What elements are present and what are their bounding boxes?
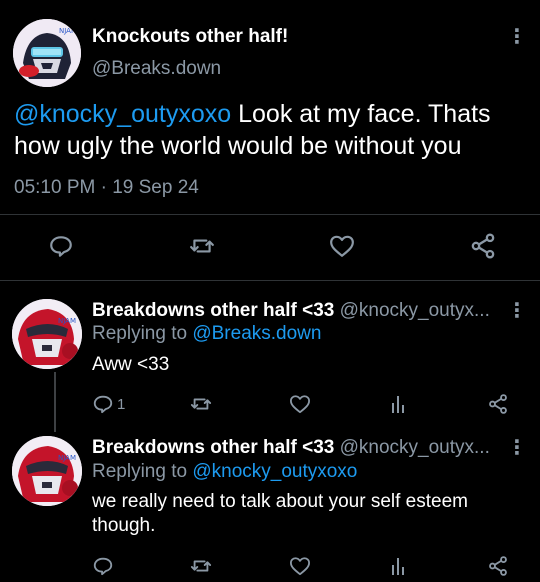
share-icon[interactable] [487,393,509,415]
replying-to-mention[interactable]: @Breaks.down [192,323,321,344]
retweet-icon[interactable] [190,555,212,577]
avatar-lettering: NJAM [58,454,76,462]
main-handle[interactable]: @Breaks.down [92,58,221,80]
replying-to-line: Replying to @knocky_outyxoxo [92,461,357,483]
reply-handle[interactable]: @knocky_outyx... [340,437,490,458]
breakdown-avatar-art: NJAM [13,19,81,87]
reply-text: Aww <33 [92,354,170,375]
like-icon[interactable] [289,394,311,414]
replying-to-label: Replying to [92,323,193,344]
like-icon[interactable] [329,234,355,258]
main-avatar[interactable]: NJAM [13,19,81,87]
like-icon[interactable] [289,556,311,576]
main-display-name[interactable]: Knockouts other half! [92,26,288,48]
reply-header: Breakdowns other half <33 @knocky_outyx.… [92,437,490,459]
avatar-lettering: NJAM [59,27,77,35]
reply-text: we really need to talk about your self e… [92,491,468,536]
tweet-time: 05:10 PM [14,177,96,198]
timestamp-separator: · [100,177,107,198]
avatar-lettering: NJAM [58,317,76,325]
main-tweet-mention[interactable]: @knocky_outyxoxo [14,100,231,128]
divider [0,280,540,281]
replying-to-mention[interactable]: @knocky_outyxoxo [192,461,357,482]
tweet-date: 19 Sep 24 [112,177,199,198]
reply-avatar[interactable]: NJAM [12,436,82,506]
views-icon[interactable] [389,555,409,577]
replying-to-label: Replying to [92,461,193,482]
more-icon[interactable]: ⋮ [507,301,527,321]
reply-icon[interactable] [48,233,74,259]
share-icon[interactable] [469,232,497,260]
main-tweet-text: @knocky_outyxoxo Look at my face. Thats … [14,98,524,162]
retweet-icon[interactable] [190,393,212,415]
knockout-avatar-art: NJAM [12,299,82,369]
retweet-icon[interactable] [189,233,215,259]
reply-display-name[interactable]: Breakdowns other half <33 [92,300,334,321]
more-icon[interactable]: ⋮ [507,438,527,458]
tweet-timestamp: 05:10 PM · 19 Sep 24 [14,177,199,199]
reply-handle[interactable]: @knocky_outyx... [340,300,490,321]
share-icon[interactable] [487,555,509,577]
reply-icon[interactable] [92,393,114,415]
views-icon[interactable] [389,393,409,415]
reply-header: Breakdowns other half <33 @knocky_outyx.… [92,300,490,322]
reply-avatar[interactable]: NJAM [12,299,82,369]
reply-display-name[interactable]: Breakdowns other half <33 [92,437,334,458]
replying-to-line: Replying to @Breaks.down [92,323,321,345]
knockout-avatar-art: NJAM [12,436,82,506]
reply-count: 1 [117,396,126,413]
more-icon[interactable]: ⋮ [507,27,527,47]
reply-icon[interactable] [92,555,114,577]
divider [0,214,540,215]
thread-connector [54,372,56,432]
